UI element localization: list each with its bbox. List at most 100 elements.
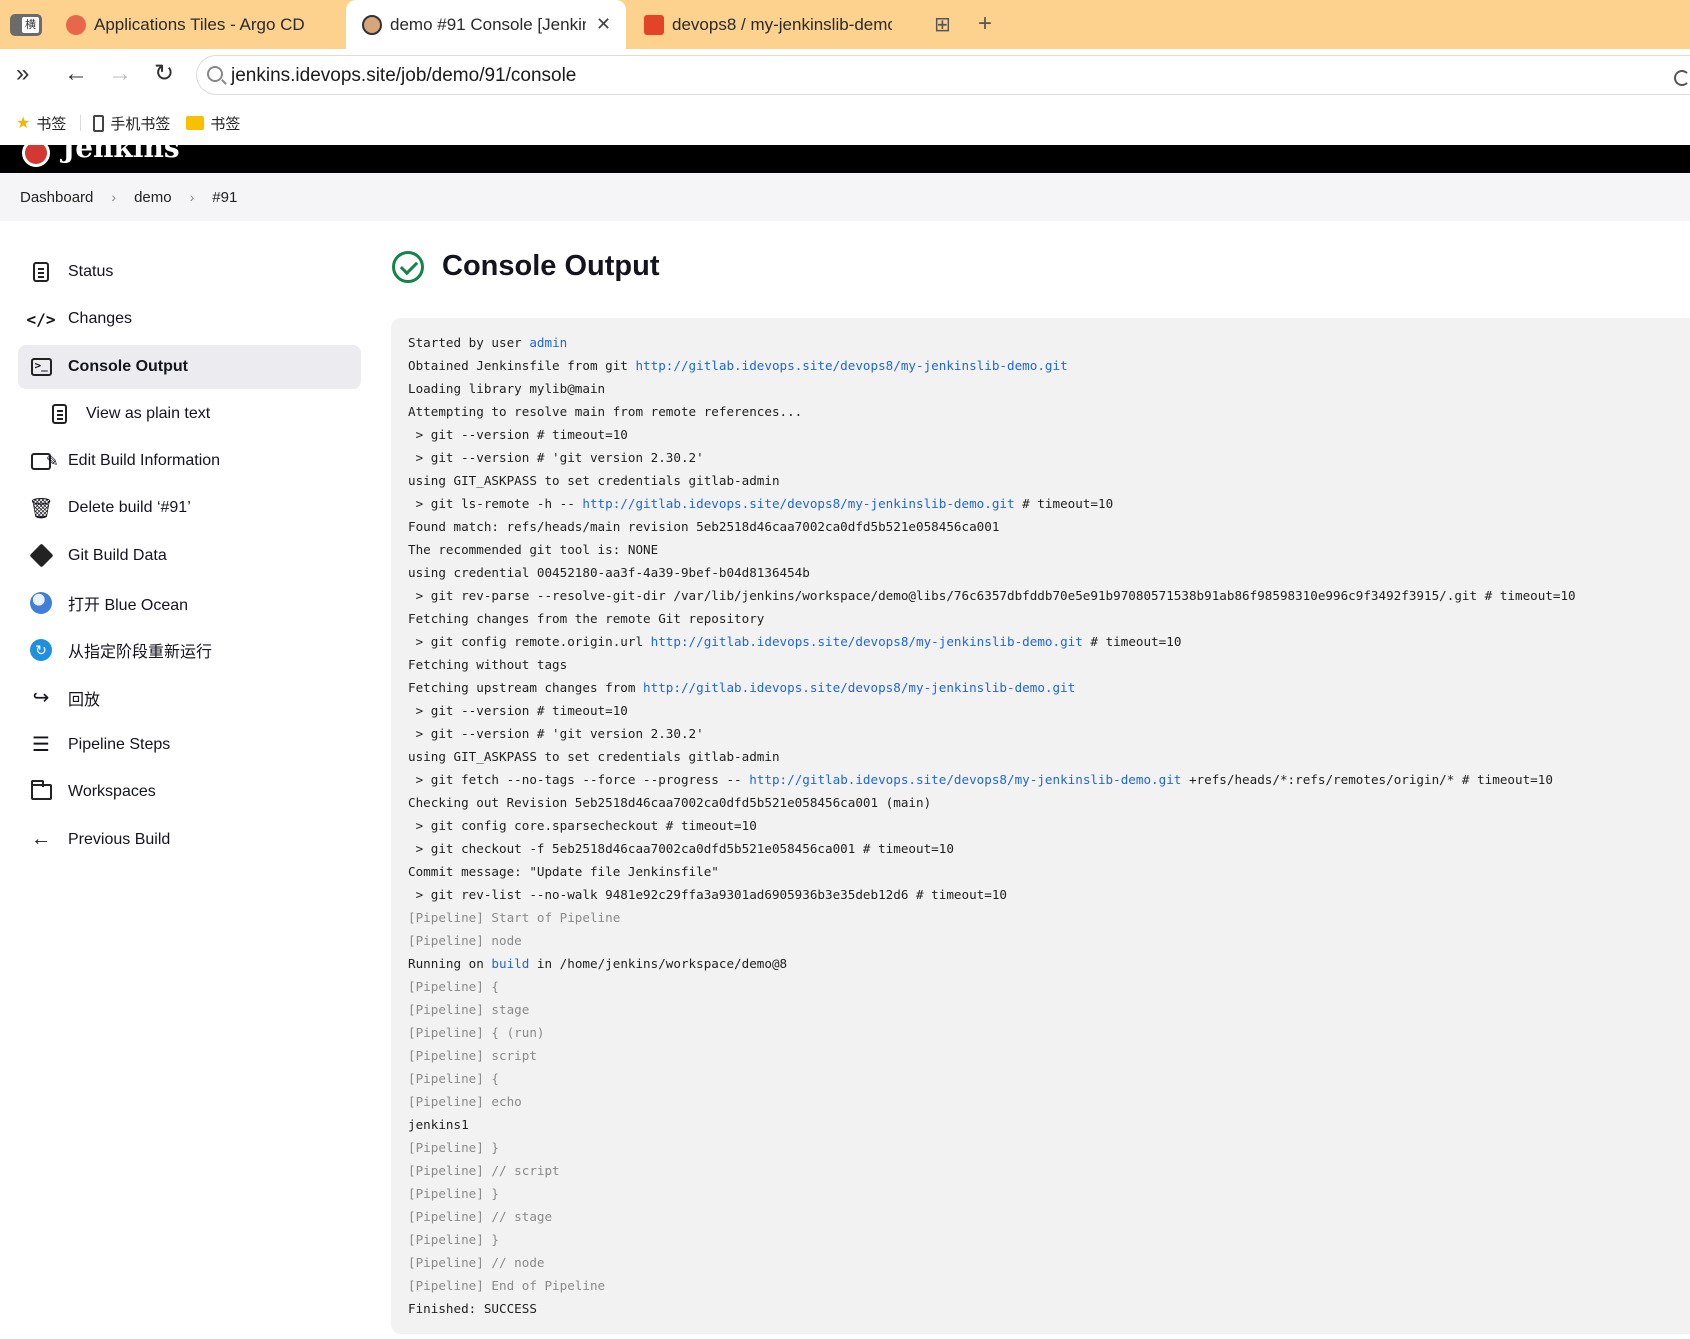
zoom-icon[interactable] <box>1674 70 1690 86</box>
console-line: [Pipeline] // stage <box>408 1209 553 1224</box>
console-link[interactable]: http://gitlab.idevops.site/devops8/my-je… <box>582 496 1014 511</box>
bookmarks-bar: ★ 书签 手机书签 书签 <box>0 101 1690 145</box>
console-output: Started by user admin Obtained Jenkinsfil… <box>391 318 1690 1334</box>
tab-argocd[interactable]: Applications Tiles - Argo CD <box>66 0 338 49</box>
console-line: [Pipeline] script <box>408 1048 537 1063</box>
console-line: [Pipeline] } <box>408 1140 499 1155</box>
console-line: using GIT_ASKPASS to set credentials git… <box>408 473 780 488</box>
bookmark-item[interactable]: 书签 <box>186 113 240 134</box>
sidebar-item-label: Previous Build <box>68 830 171 848</box>
jenkins-header: Jenkins <box>0 145 1690 173</box>
console-link[interactable]: http://gitlab.idevops.site/devops8/my-je… <box>635 358 1067 373</box>
console-line: Fetching upstream changes from http://gi… <box>408 680 1076 695</box>
sidebar-item-previous-build[interactable]: ← Previous Build <box>18 818 361 862</box>
console-line: [Pipeline] End of Pipeline <box>408 1278 606 1293</box>
breadcrumb-build[interactable]: #91 <box>212 189 237 206</box>
console-line: > git rev-list --no-walk 9481e92c29ffa3a… <box>408 887 1007 902</box>
bookmark-item[interactable]: 手机书签 <box>93 113 170 134</box>
console-line: [Pipeline] { <box>408 979 499 994</box>
sidebar-expand-icon[interactable]: » <box>16 61 29 87</box>
back-button[interactable]: ← <box>64 61 88 87</box>
terminal-icon: >_ <box>30 356 52 378</box>
console-link[interactable]: http://gitlab.idevops.site/devops8/my-je… <box>643 680 1075 695</box>
console-line: [Pipeline] } <box>408 1186 499 1201</box>
sidebar-item-delete-build[interactable]: 🗑 Delete build ‘#91’ <box>18 486 361 530</box>
status-icon <box>30 261 52 283</box>
sidebar-item-edit-build[interactable]: ✎ Edit Build Information <box>18 439 361 483</box>
success-check-icon <box>392 250 424 283</box>
restart-stage-icon: ↻ <box>30 639 52 662</box>
tab-title: demo #91 Console [Jenkins] <box>390 14 586 34</box>
trash-icon: 🗑 <box>28 497 54 520</box>
arrow-left-icon: ← <box>31 828 51 851</box>
jenkins-logo-text[interactable]: Jenkins <box>62 145 180 164</box>
url-text: jenkins.idevops.site/job/demo/91/console <box>231 65 577 86</box>
bookmark-separator <box>80 115 82 131</box>
reload-button[interactable]: ↻ <box>154 61 174 87</box>
sidebar-item-changes[interactable]: </> Changes <box>18 297 361 341</box>
breadcrumb-demo[interactable]: demo <box>134 189 172 206</box>
console-line: [Pipeline] // node <box>408 1255 545 1270</box>
side-panel: Status </> Changes >_ Console Output Vie… <box>18 250 361 865</box>
bookmark-label: 书签 <box>36 115 67 133</box>
url-input[interactable]: jenkins.idevops.site/job/demo/91/console <box>196 55 1690 95</box>
blue-ocean-icon <box>30 592 52 615</box>
console-line: > git fetch --no-tags --force --progress… <box>408 772 1553 787</box>
sidebar-item-plain-text[interactable]: View as plain text <box>18 392 361 436</box>
console-link[interactable]: build <box>491 956 529 971</box>
sidebar-item-label: Console Output <box>68 357 188 375</box>
new-tab-button[interactable]: + <box>978 10 992 38</box>
console-line: [Pipeline] node <box>408 933 522 948</box>
list-icon: ☰ <box>32 734 50 757</box>
forward-button[interactable]: → <box>108 61 132 87</box>
replay-icon: ↪ <box>32 687 50 710</box>
console-line: > git config core.sparsecheckout # timeo… <box>408 818 757 833</box>
sidebar-item-label: Git Build Data <box>68 546 167 564</box>
folder-icon <box>30 780 52 803</box>
sidebar-item-label: Changes <box>68 310 133 328</box>
console-line: [Pipeline] { (run) <box>408 1025 545 1040</box>
edit-icon: ✎ <box>30 450 59 472</box>
console-link[interactable]: http://gitlab.idevops.site/devops8/my-je… <box>651 634 1083 649</box>
breadcrumb-dashboard[interactable]: Dashboard <box>20 189 93 206</box>
sidebar-item-label: 打开 Blue Ocean <box>68 597 189 615</box>
console-line: Found match: refs/heads/main revision 5e… <box>408 519 1000 534</box>
console-link[interactable]: http://gitlab.idevops.site/devops8/my-je… <box>749 772 1181 787</box>
console-line: > git --version # 'git version 2.30.2' <box>408 726 704 741</box>
console-line: > git --version # timeout=10 <box>408 703 628 718</box>
bookmark-label: 手机书签 <box>110 115 171 133</box>
console-line: using GIT_ASKPASS to set credentials git… <box>408 749 780 764</box>
console-link[interactable]: admin <box>529 335 567 350</box>
mobile-icon <box>93 114 105 132</box>
console-line: Started by user admin <box>408 335 568 350</box>
console-line: using credential 00452180-aa3f-4a39-9bef… <box>408 565 810 580</box>
tab-gitlab[interactable]: devops8 / my-jenkinslib-demo <box>644 0 896 49</box>
sidebar-item-label: Pipeline Steps <box>68 735 171 753</box>
console-line: Finished: SUCCESS <box>408 1301 537 1316</box>
console-line: Fetching changes from the remote Git rep… <box>408 611 765 626</box>
console-line: [Pipeline] } <box>408 1232 499 1247</box>
sidebar-item-status[interactable]: Status <box>18 250 361 294</box>
sidebar-item-restart-stage[interactable]: ↻ 从指定阶段重新运行 <box>18 628 361 672</box>
sidebar-item-blue-ocean[interactable]: 打开 Blue Ocean <box>18 581 361 625</box>
console-line: [Pipeline] // script <box>408 1163 560 1178</box>
sidebar-item-replay[interactable]: ↪ 回放 <box>18 676 361 720</box>
sidebar-item-workspaces[interactable]: Workspaces <box>18 770 361 814</box>
sidebar-item-pipeline-steps[interactable]: ☰ Pipeline Steps <box>18 723 361 767</box>
sidebar-item-console-output[interactable]: >_ Console Output <box>18 344 361 389</box>
tab-jenkins-console[interactable]: demo #91 Console [Jenkins] ✕ <box>346 0 626 49</box>
tab-groups-icon[interactable]: ⊞ <box>934 12 951 37</box>
document-icon <box>48 403 70 425</box>
tab-sidebar-toggle[interactable]: 横 <box>10 14 42 36</box>
tab-title: devops8 / my-jenkinslib-demo <box>672 14 892 34</box>
sidebar-item-git-build-data[interactable]: Git Build Data <box>18 534 361 578</box>
console-line: [Pipeline] { <box>408 1071 499 1086</box>
console-line: Loading library mylib@main <box>408 381 606 396</box>
close-tab-icon[interactable]: ✕ <box>596 14 611 35</box>
console-line: > git rev-parse --resolve-git-dir /var/l… <box>408 588 1576 603</box>
console-line: Fetching without tags <box>408 657 568 672</box>
jenkins-logo-icon[interactable] <box>22 145 50 167</box>
browser-tab-bar: 横 Applications Tiles - Argo CD demo #91 … <box>0 0 1690 49</box>
bookmark-item[interactable]: ★ 书签 <box>16 113 66 134</box>
page-header: Console Output <box>392 250 659 283</box>
